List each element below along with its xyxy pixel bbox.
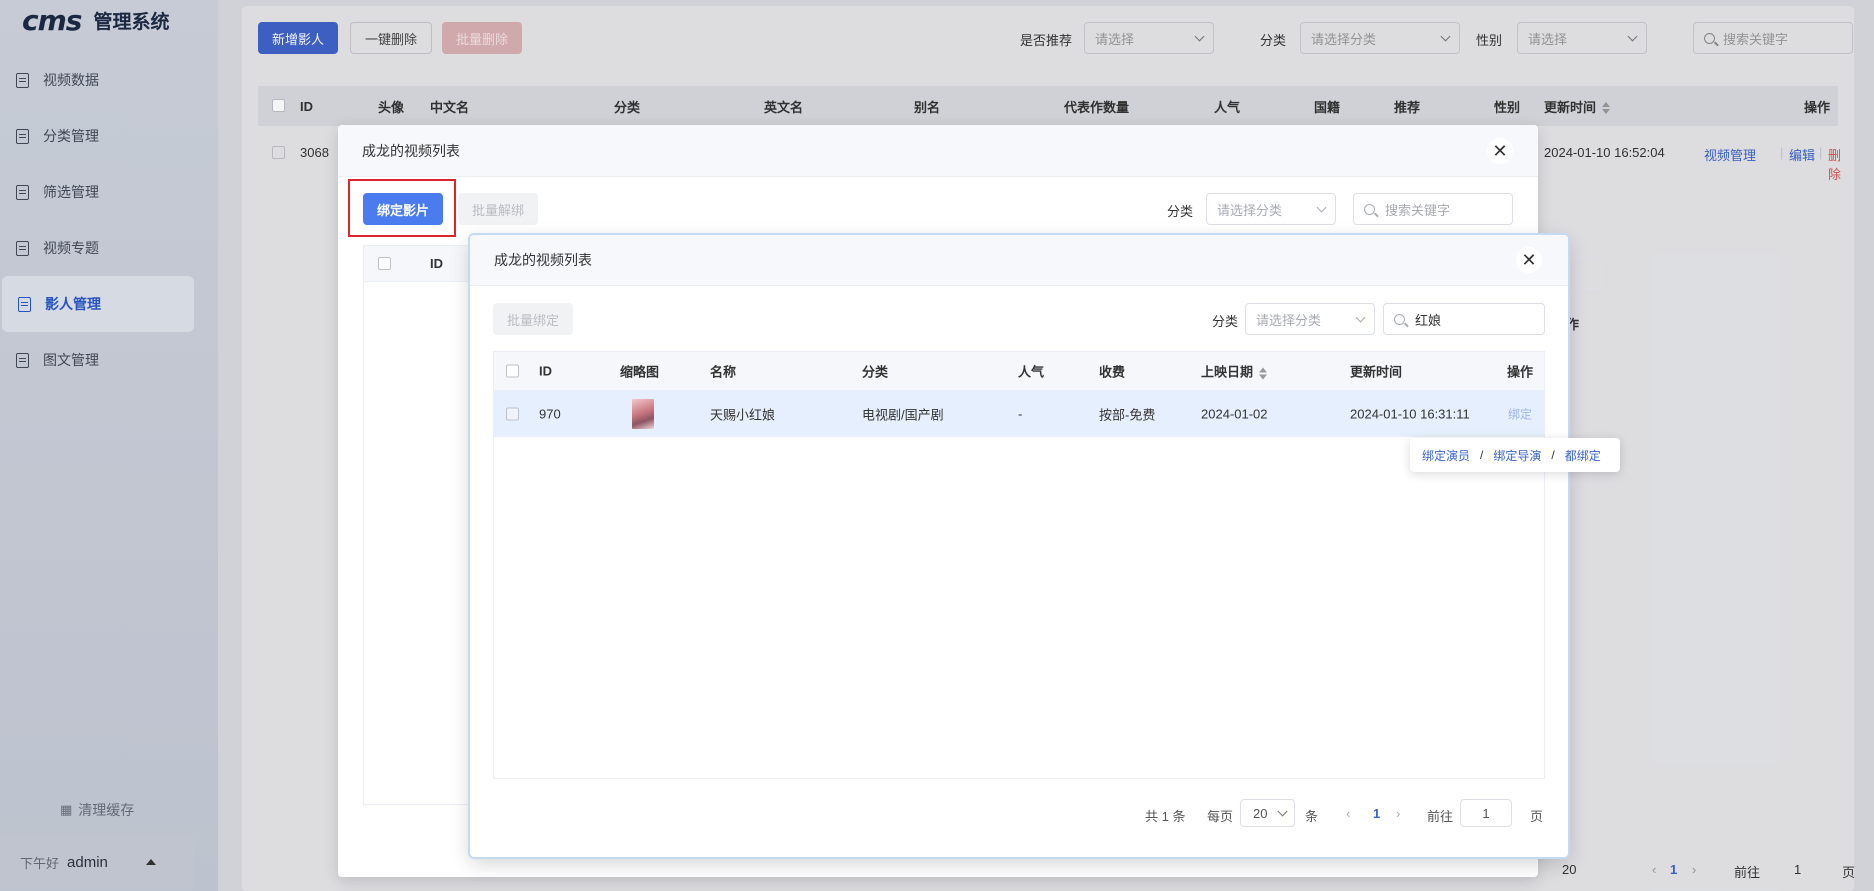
column-header: 名称 (710, 364, 737, 380)
bind-video-button[interactable]: 绑定影片 (363, 193, 443, 225)
column-header: 更新时间 (1350, 364, 1403, 380)
search-icon (1394, 313, 1405, 325)
bind-link[interactable]: 绑定 (1508, 405, 1532, 422)
row-updated: 2024-01-10 16:31:11 (1350, 406, 1470, 421)
close-icon[interactable]: ✕ (1487, 138, 1513, 164)
page-size-value: 20 (1253, 805, 1268, 821)
column-header: 缩略图 (620, 364, 660, 380)
video-thumbnail (632, 398, 654, 429)
select-placeholder: 请选择分类 (1256, 312, 1322, 328)
per-page-label: 每页 (1207, 809, 1234, 824)
close-icon[interactable]: ✕ (1516, 247, 1542, 273)
select-all-checkbox[interactable] (378, 257, 391, 270)
sort-icon (1259, 367, 1268, 380)
category-label: 分类 (1212, 314, 1239, 329)
batch-unbind-button[interactable]: 批量解绑 (458, 193, 539, 225)
next-page-icon[interactable]: › (1396, 806, 1400, 821)
column-header: ID (539, 363, 552, 379)
total-count: 共 1 条 (1145, 809, 1186, 824)
batch-bind-button[interactable]: 批量绑定 (493, 303, 574, 335)
chevron-down-icon (1316, 202, 1327, 212)
select-placeholder: 请选择分类 (1217, 202, 1283, 218)
prev-page-icon[interactable]: ‹ (1346, 806, 1350, 821)
separator: / (1551, 448, 1555, 462)
separator: / (1480, 448, 1484, 462)
dialog-header: 成龙的视频列表 (338, 125, 1538, 177)
goto-page-input[interactable]: 1 (1460, 799, 1512, 827)
column-header: ID (430, 256, 443, 271)
table-header: ID 缩略图 名称 分类 人气 收费 上映日期 更新时间 操作 (494, 352, 1544, 391)
row-popularity: - (1018, 406, 1023, 421)
bind-both-option[interactable]: 都绑定 (1565, 447, 1601, 464)
column-header-label: 上映日期 (1201, 364, 1254, 380)
unit-label: 条 (1305, 809, 1319, 824)
bind-actor-option[interactable]: 绑定演员 (1422, 447, 1470, 464)
category-label: 分类 (1167, 204, 1194, 219)
row-id: 970 (539, 406, 561, 421)
dialog-title: 成龙的视频列表 (494, 252, 592, 268)
search-value: 红娘 (1415, 312, 1442, 328)
category-select[interactable]: 请选择分类 (1206, 193, 1336, 225)
videos-table: ID 缩略图 名称 分类 人气 收费 上映日期 更新时间 操作 970 天赐小红… (493, 351, 1545, 779)
search-input-sliver (1569, 257, 1602, 289)
row-release-date: 2024-01-02 (1201, 406, 1268, 421)
column-header: 人气 (1018, 364, 1045, 380)
search-input[interactable]: 搜索关键字 (1353, 193, 1513, 225)
column-header-sortable[interactable]: 上映日期 (1201, 362, 1268, 381)
search-input[interactable]: 红娘 (1383, 303, 1545, 335)
table-row: 970 天赐小红娘 电视剧/国产剧 - 按部-免费 2024-01-02 202… (494, 391, 1544, 437)
chevron-down-icon (1277, 806, 1288, 816)
bind-video-dialog: 成龙的视频列表 ✕ 批量绑定 分类 请选择分类 红娘 ID 缩略图 名称 分类 … (470, 235, 1568, 857)
row-checkbox[interactable] (506, 407, 519, 420)
current-page[interactable]: 1 (1373, 806, 1380, 821)
column-header: 分类 (862, 364, 889, 380)
dialog-header: 成龙的视频列表 (470, 235, 1568, 286)
dialog-title: 成龙的视频列表 (362, 142, 460, 159)
chevron-down-icon (1355, 312, 1366, 322)
search-placeholder: 搜索关键字 (1385, 202, 1451, 218)
bind-director-option[interactable]: 绑定导演 (1493, 447, 1541, 464)
bind-options-popover: 绑定演员 / 绑定导演 / 都绑定 (1410, 438, 1620, 472)
column-header: 操作 (1507, 364, 1534, 380)
select-all-checkbox[interactable] (506, 364, 519, 378)
goto-label: 前往 (1427, 809, 1454, 824)
category-select[interactable]: 请选择分类 (1245, 303, 1375, 335)
row-name: 天赐小红娘 (710, 407, 776, 422)
column-header: 收费 (1099, 364, 1126, 380)
row-fee: 按部-免费 (1099, 407, 1156, 422)
page-size-select[interactable]: 20 (1240, 799, 1295, 827)
page-label: 页 (1530, 809, 1544, 824)
row-category: 电视剧/国产剧 (862, 407, 944, 422)
search-icon (1364, 203, 1375, 215)
